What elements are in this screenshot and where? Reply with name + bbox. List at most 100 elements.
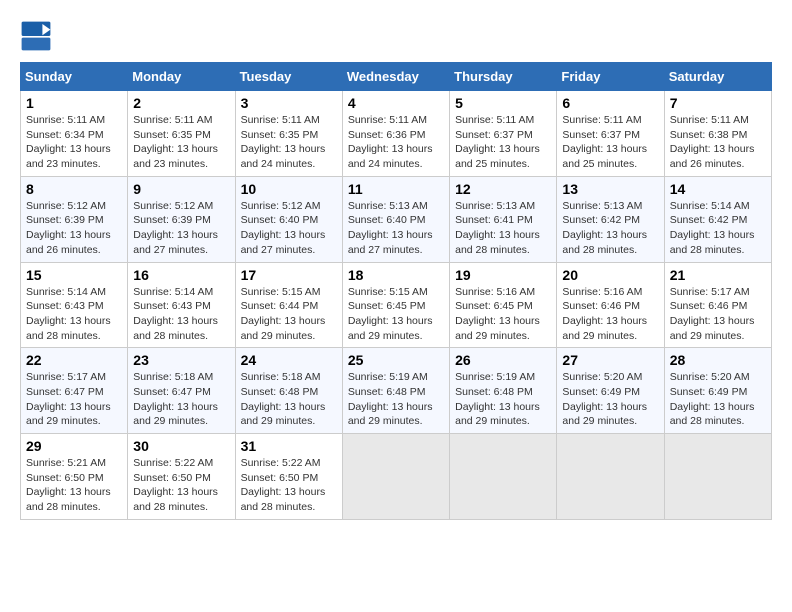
day-info: Sunrise: 5:19 AM Sunset: 6:48 PM Dayligh… <box>348 370 444 429</box>
day-number: 26 <box>455 352 551 368</box>
day-number: 8 <box>26 181 122 197</box>
sunset: Sunset: 6:48 PM <box>455 386 533 398</box>
daylight: Daylight: 13 hours and 25 minutes. <box>455 143 540 170</box>
day-number: 15 <box>26 267 122 283</box>
day-number: 12 <box>455 181 551 197</box>
day-cell: 6 Sunrise: 5:11 AM Sunset: 6:37 PM Dayli… <box>557 91 664 177</box>
sunset: Sunset: 6:39 PM <box>133 214 211 226</box>
day-number: 9 <box>133 181 229 197</box>
sunrise: Sunrise: 5:13 AM <box>348 200 428 212</box>
day-info: Sunrise: 5:13 AM Sunset: 6:42 PM Dayligh… <box>562 199 658 258</box>
day-number: 23 <box>133 352 229 368</box>
daylight: Daylight: 13 hours and 28 minutes. <box>562 229 647 256</box>
day-info: Sunrise: 5:20 AM Sunset: 6:49 PM Dayligh… <box>562 370 658 429</box>
daylight: Daylight: 13 hours and 29 minutes. <box>562 315 647 342</box>
day-number: 31 <box>241 438 337 454</box>
sunrise: Sunrise: 5:20 AM <box>670 371 750 383</box>
sunset: Sunset: 6:46 PM <box>562 300 640 312</box>
day-info: Sunrise: 5:14 AM Sunset: 6:43 PM Dayligh… <box>133 285 229 344</box>
sunrise: Sunrise: 5:14 AM <box>133 286 213 298</box>
day-cell: 29 Sunrise: 5:21 AM Sunset: 6:50 PM Dayl… <box>21 434 128 520</box>
daylight: Daylight: 13 hours and 29 minutes. <box>241 401 326 428</box>
daylight: Daylight: 13 hours and 27 minutes. <box>348 229 433 256</box>
daylight: Daylight: 13 hours and 29 minutes. <box>455 315 540 342</box>
sunrise: Sunrise: 5:17 AM <box>26 371 106 383</box>
day-info: Sunrise: 5:11 AM Sunset: 6:34 PM Dayligh… <box>26 113 122 172</box>
day-number: 16 <box>133 267 229 283</box>
week-row-3: 15 Sunrise: 5:14 AM Sunset: 6:43 PM Dayl… <box>21 262 772 348</box>
daylight: Daylight: 13 hours and 28 minutes. <box>670 401 755 428</box>
daylight: Daylight: 13 hours and 28 minutes. <box>455 229 540 256</box>
sunrise: Sunrise: 5:11 AM <box>26 114 105 126</box>
sunset: Sunset: 6:43 PM <box>26 300 104 312</box>
day-cell: 8 Sunrise: 5:12 AM Sunset: 6:39 PM Dayli… <box>21 176 128 262</box>
sunrise: Sunrise: 5:12 AM <box>133 200 213 212</box>
day-cell: 4 Sunrise: 5:11 AM Sunset: 6:36 PM Dayli… <box>342 91 449 177</box>
sunset: Sunset: 6:47 PM <box>26 386 104 398</box>
sunset: Sunset: 6:45 PM <box>348 300 426 312</box>
day-info: Sunrise: 5:16 AM Sunset: 6:45 PM Dayligh… <box>455 285 551 344</box>
sunrise: Sunrise: 5:16 AM <box>455 286 535 298</box>
daylight: Daylight: 13 hours and 29 minutes. <box>670 315 755 342</box>
daylight: Daylight: 13 hours and 28 minutes. <box>133 315 218 342</box>
day-cell: 11 Sunrise: 5:13 AM Sunset: 6:40 PM Dayl… <box>342 176 449 262</box>
sunset: Sunset: 6:49 PM <box>670 386 748 398</box>
day-info: Sunrise: 5:13 AM Sunset: 6:41 PM Dayligh… <box>455 199 551 258</box>
header-wednesday: Wednesday <box>342 63 449 91</box>
sunset: Sunset: 6:44 PM <box>241 300 319 312</box>
day-info: Sunrise: 5:22 AM Sunset: 6:50 PM Dayligh… <box>133 456 229 515</box>
day-number: 18 <box>348 267 444 283</box>
calendar-body: 1 Sunrise: 5:11 AM Sunset: 6:34 PM Dayli… <box>21 91 772 520</box>
day-cell: 14 Sunrise: 5:14 AM Sunset: 6:42 PM Dayl… <box>664 176 771 262</box>
day-number: 4 <box>348 95 444 111</box>
day-cell: 23 Sunrise: 5:18 AM Sunset: 6:47 PM Dayl… <box>128 348 235 434</box>
header-monday: Monday <box>128 63 235 91</box>
week-row-2: 8 Sunrise: 5:12 AM Sunset: 6:39 PM Dayli… <box>21 176 772 262</box>
day-cell: 27 Sunrise: 5:20 AM Sunset: 6:49 PM Dayl… <box>557 348 664 434</box>
day-cell <box>664 434 771 520</box>
day-number: 14 <box>670 181 766 197</box>
day-cell: 28 Sunrise: 5:20 AM Sunset: 6:49 PM Dayl… <box>664 348 771 434</box>
day-info: Sunrise: 5:11 AM Sunset: 6:38 PM Dayligh… <box>670 113 766 172</box>
sunrise: Sunrise: 5:11 AM <box>241 114 320 126</box>
daylight: Daylight: 13 hours and 25 minutes. <box>562 143 647 170</box>
day-info: Sunrise: 5:22 AM Sunset: 6:50 PM Dayligh… <box>241 456 337 515</box>
sunrise: Sunrise: 5:22 AM <box>133 457 213 469</box>
sunset: Sunset: 6:50 PM <box>133 472 211 484</box>
days-header-row: SundayMondayTuesdayWednesdayThursdayFrid… <box>21 63 772 91</box>
calendar-table: SundayMondayTuesdayWednesdayThursdayFrid… <box>20 62 772 520</box>
day-info: Sunrise: 5:12 AM Sunset: 6:39 PM Dayligh… <box>26 199 122 258</box>
day-info: Sunrise: 5:17 AM Sunset: 6:47 PM Dayligh… <box>26 370 122 429</box>
day-info: Sunrise: 5:11 AM Sunset: 6:37 PM Dayligh… <box>455 113 551 172</box>
day-info: Sunrise: 5:12 AM Sunset: 6:39 PM Dayligh… <box>133 199 229 258</box>
sunrise: Sunrise: 5:19 AM <box>455 371 535 383</box>
day-number: 28 <box>670 352 766 368</box>
sunset: Sunset: 6:42 PM <box>670 214 748 226</box>
day-number: 27 <box>562 352 658 368</box>
sunset: Sunset: 6:34 PM <box>26 129 104 141</box>
day-info: Sunrise: 5:15 AM Sunset: 6:44 PM Dayligh… <box>241 285 337 344</box>
day-info: Sunrise: 5:11 AM Sunset: 6:36 PM Dayligh… <box>348 113 444 172</box>
day-info: Sunrise: 5:11 AM Sunset: 6:37 PM Dayligh… <box>562 113 658 172</box>
daylight: Daylight: 13 hours and 29 minutes. <box>348 315 433 342</box>
sunset: Sunset: 6:38 PM <box>670 129 748 141</box>
day-cell: 31 Sunrise: 5:22 AM Sunset: 6:50 PM Dayl… <box>235 434 342 520</box>
daylight: Daylight: 13 hours and 24 minutes. <box>241 143 326 170</box>
day-cell: 13 Sunrise: 5:13 AM Sunset: 6:42 PM Dayl… <box>557 176 664 262</box>
daylight: Daylight: 13 hours and 29 minutes. <box>348 401 433 428</box>
day-info: Sunrise: 5:14 AM Sunset: 6:43 PM Dayligh… <box>26 285 122 344</box>
day-info: Sunrise: 5:14 AM Sunset: 6:42 PM Dayligh… <box>670 199 766 258</box>
sunrise: Sunrise: 5:17 AM <box>670 286 750 298</box>
sunset: Sunset: 6:36 PM <box>348 129 426 141</box>
sunset: Sunset: 6:45 PM <box>455 300 533 312</box>
sunrise: Sunrise: 5:11 AM <box>133 114 212 126</box>
sunrise: Sunrise: 5:12 AM <box>241 200 321 212</box>
day-cell: 30 Sunrise: 5:22 AM Sunset: 6:50 PM Dayl… <box>128 434 235 520</box>
header-tuesday: Tuesday <box>235 63 342 91</box>
day-cell: 5 Sunrise: 5:11 AM Sunset: 6:37 PM Dayli… <box>450 91 557 177</box>
day-number: 22 <box>26 352 122 368</box>
sunrise: Sunrise: 5:20 AM <box>562 371 642 383</box>
sunrise: Sunrise: 5:12 AM <box>26 200 106 212</box>
day-cell: 1 Sunrise: 5:11 AM Sunset: 6:34 PM Dayli… <box>21 91 128 177</box>
sunset: Sunset: 6:37 PM <box>455 129 533 141</box>
